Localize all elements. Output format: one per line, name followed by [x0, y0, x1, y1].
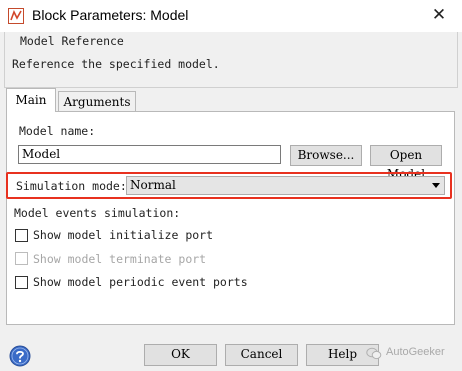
dropdown-arrow-icon [432, 183, 440, 188]
initialize-port-checkbox[interactable] [15, 229, 28, 242]
window-title: Block Parameters: Model [32, 7, 189, 23]
model-name-input[interactable]: Model [18, 145, 281, 164]
group-description: Reference the specified model. [12, 57, 220, 71]
cancel-button[interactable]: Cancel [225, 344, 298, 366]
initialize-port-label: Show model initialize port [33, 228, 214, 242]
simulink-app-icon [8, 8, 24, 24]
browse-button[interactable]: Browse... [290, 145, 362, 166]
periodic-event-ports-label: Show model periodic event ports [33, 275, 248, 289]
close-button[interactable]: ✕ [416, 0, 462, 32]
title-bar: Block Parameters: Model ✕ [0, 0, 462, 32]
group-title: Model Reference [20, 34, 124, 48]
model-name-label: Model name: [19, 124, 96, 138]
tab-main[interactable]: Main [6, 88, 56, 112]
question-icon[interactable] [9, 345, 31, 367]
terminate-port-label: Show model terminate port [33, 252, 207, 266]
simulation-mode-label: Simulation mode: [16, 179, 127, 193]
tab-arguments[interactable]: Arguments [58, 91, 136, 112]
periodic-event-ports-checkbox[interactable] [15, 276, 28, 289]
wechat-watermark-icon [366, 347, 382, 360]
close-icon: ✕ [431, 5, 447, 24]
open-model-button[interactable]: Open Model [370, 145, 442, 181]
terminate-port-checkbox [15, 252, 28, 265]
simulation-mode-select[interactable]: Normal [126, 176, 445, 195]
simulation-mode-value: Normal [130, 178, 176, 192]
watermark-text: AutoGeeker [386, 346, 445, 358]
events-simulation-label: Model events simulation: [14, 206, 181, 220]
ok-button[interactable]: OK [144, 344, 217, 366]
